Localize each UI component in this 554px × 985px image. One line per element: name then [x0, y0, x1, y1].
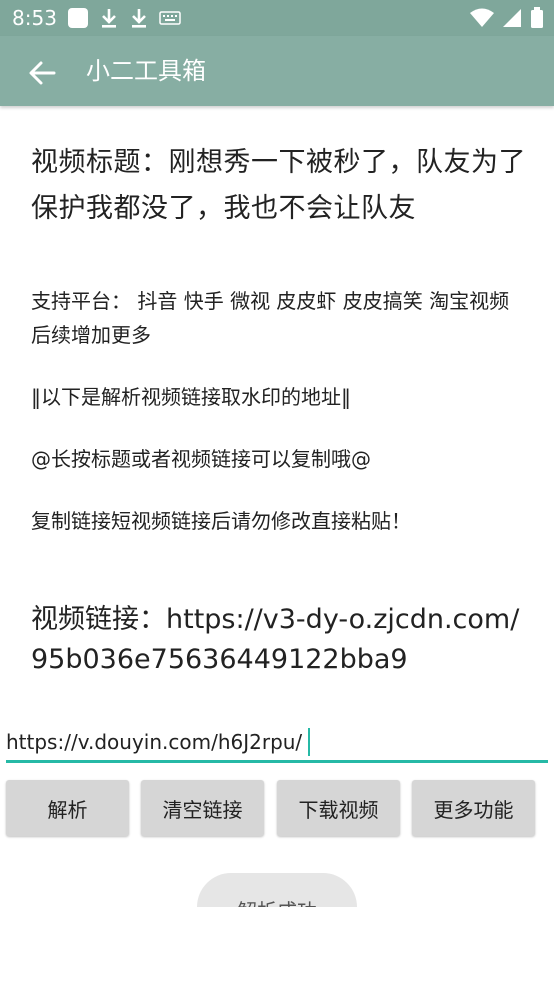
copy-hint-text: @长按标题或者视频链接可以复制哦@ — [31, 447, 371, 471]
text-cursor — [308, 728, 311, 756]
url-input-value: https://v.douyin.com/h6J2rpu/ — [6, 730, 303, 754]
platforms-text: 支持平台： 抖音 快手 微视 皮皮虾 皮皮搞笑 淘宝视频 后续增加更多 — [31, 289, 510, 347]
status-bar: 8:53 — [0, 0, 554, 36]
app-title: 小二工具箱 — [86, 57, 206, 85]
app-square-icon — [68, 8, 88, 28]
signal-icon — [503, 9, 521, 27]
toast-text: 解析成功 — [197, 895, 357, 907]
download-icon — [102, 9, 116, 28]
arrow-left-icon — [29, 61, 56, 85]
video-link[interactable]: 视频链接：https://v3-dy-o.zjcdn.com/95b036e75… — [31, 600, 531, 680]
download-video-button[interactable]: 下载视频 — [277, 780, 400, 836]
paste-hint-text: 复制链接短视频链接后请勿修改直接粘贴！ — [31, 509, 411, 533]
action-buttons: 解析 清空链接 下载视频 更多功能 — [6, 780, 548, 836]
clear-link-button[interactable]: 清空链接 — [141, 780, 264, 836]
app-bar: 小二工具箱 — [0, 36, 554, 106]
toast-message: 解析成功 — [197, 873, 357, 907]
notification-icons — [67, 6, 181, 30]
status-time: 8:53 — [12, 6, 57, 30]
back-button[interactable] — [22, 53, 62, 93]
wifi-icon — [470, 8, 494, 27]
download-icon — [132, 9, 146, 28]
keyboard-icon — [159, 11, 181, 25]
battery-icon — [531, 7, 543, 28]
url-input[interactable]: https://v.douyin.com/h6J2rpu/ — [6, 724, 548, 763]
video-title[interactable]: 视频标题：刚想秀一下被秒了，队友为了保护我都没了，我也不会让队友 — [31, 140, 531, 232]
more-features-button[interactable]: 更多功能 — [412, 780, 535, 836]
system-icons — [470, 6, 544, 30]
parse-button[interactable]: 解析 — [6, 780, 129, 836]
parse-hint-text: ‖以下是解析视频链接取水印的地址‖ — [31, 385, 351, 409]
